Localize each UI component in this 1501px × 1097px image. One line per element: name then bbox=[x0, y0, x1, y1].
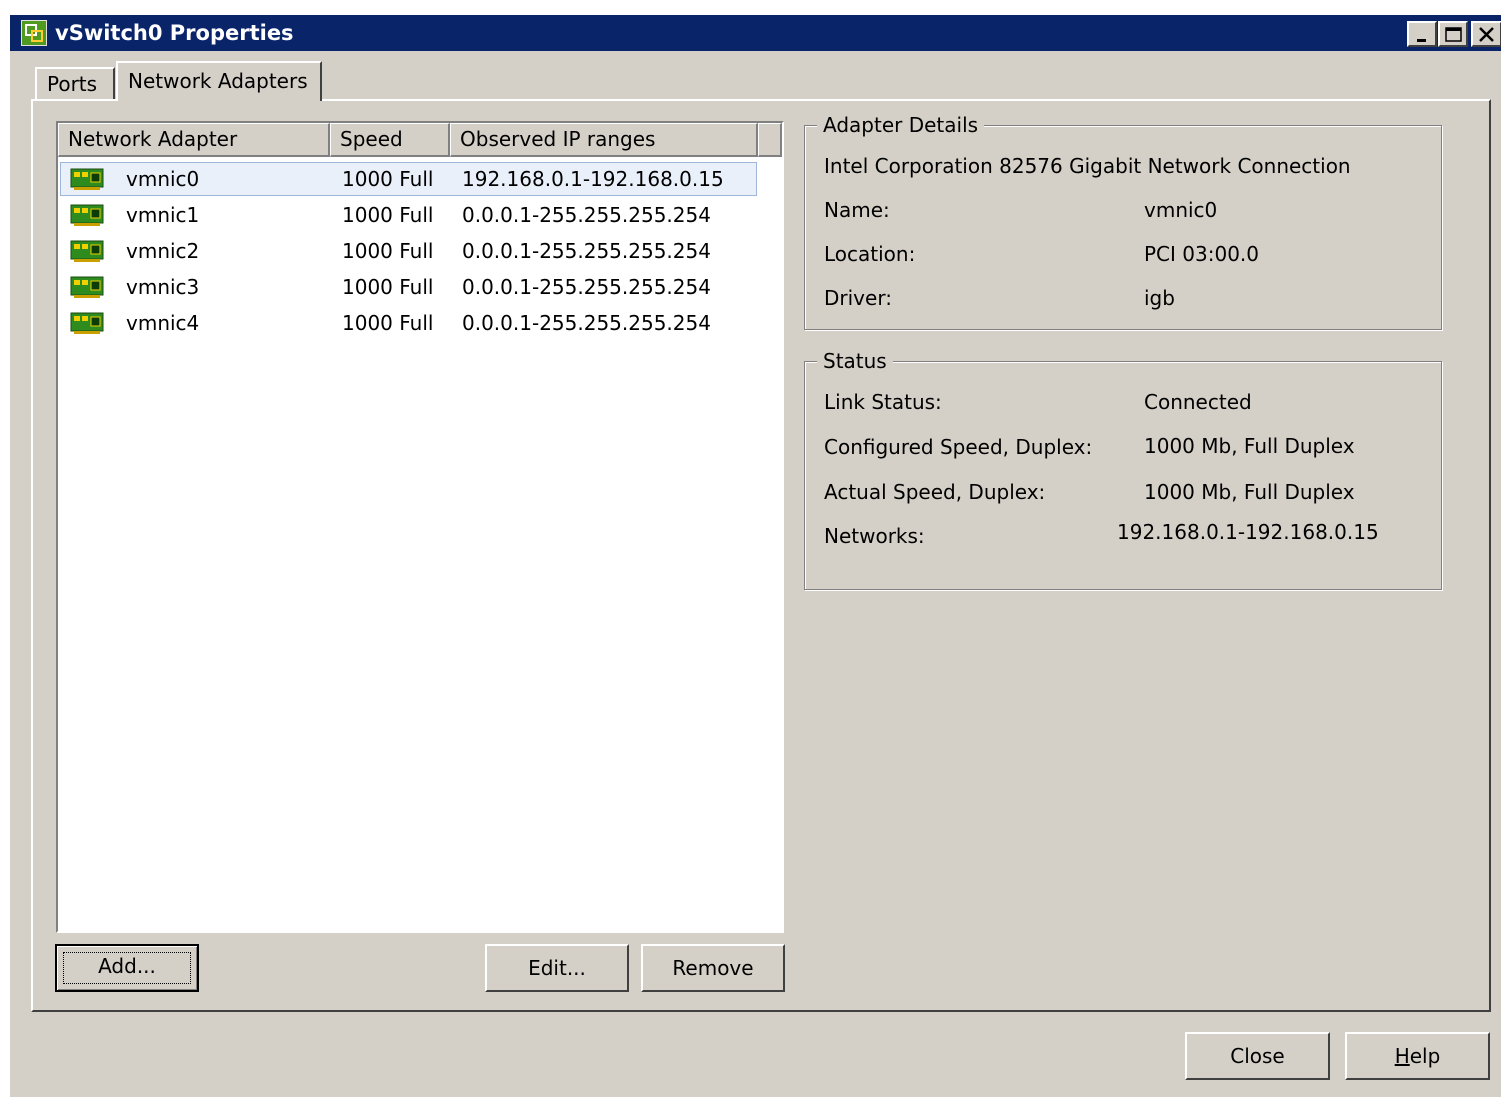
adapter-name: vmnic4 bbox=[126, 311, 200, 335]
edit-button[interactable]: Edit... bbox=[485, 944, 629, 992]
name-value: vmnic0 bbox=[1144, 198, 1218, 222]
add-button[interactable]: Add... bbox=[55, 944, 199, 992]
adapter-name: vmnic0 bbox=[126, 167, 200, 191]
status-group: Status Link Status: Connected Configured… bbox=[804, 348, 1442, 590]
link-status-value: Connected bbox=[1144, 390, 1252, 414]
adapter-ip-range: 0.0.0.1-255.255.255.254 bbox=[462, 275, 711, 299]
configured-speed-value: 1000 Mb, Full Duplex bbox=[1144, 434, 1355, 458]
help-mnemonic: H bbox=[1394, 1044, 1410, 1068]
network-card-icon bbox=[70, 312, 104, 334]
adapter-description: Intel Corporation 82576 Gigabit Network … bbox=[824, 154, 1351, 178]
close-icon bbox=[1479, 27, 1494, 42]
adapter-name: vmnic1 bbox=[126, 203, 200, 227]
dialog-window: vSwitch0 Properties Ports Network Adapte… bbox=[9, 14, 1501, 1097]
maximize-icon bbox=[1445, 27, 1462, 42]
help-rest: elp bbox=[1409, 1044, 1441, 1068]
adapter-speed: 1000 Full bbox=[342, 167, 434, 191]
adapter-row-vmnic0[interactable]: vmnic0 1000 Full 192.168.0.1-192.168.0.1… bbox=[58, 161, 782, 197]
adapter-speed: 1000 Full bbox=[342, 311, 434, 335]
adapter-ip-range: 0.0.0.1-255.255.255.254 bbox=[462, 203, 711, 227]
adapter-row-vmnic2[interactable]: vmnic2 1000 Full 0.0.0.1-255.255.255.254 bbox=[58, 233, 782, 269]
adapter-speed: 1000 Full bbox=[342, 203, 434, 227]
tab-network-adapters-label: Network Adapters bbox=[128, 69, 308, 93]
adapter-name: vmnic3 bbox=[126, 275, 200, 299]
networks-value: 192.168.0.1-192.168.0.15 bbox=[1117, 520, 1379, 544]
close-button[interactable]: Close bbox=[1185, 1032, 1330, 1080]
vsphere-app-icon bbox=[21, 20, 47, 46]
tab-network-adapters[interactable]: Network Adapters bbox=[116, 61, 322, 101]
adapter-row-vmnic3[interactable]: vmnic3 1000 Full 0.0.0.1-255.255.255.254 bbox=[58, 269, 782, 305]
adapter-details-title: Adapter Details bbox=[817, 112, 985, 138]
adapter-row-vmnic4[interactable]: vmnic4 1000 Full 0.0.0.1-255.255.255.254 bbox=[58, 305, 782, 341]
maximize-button[interactable] bbox=[1438, 21, 1468, 47]
adapter-row-vmnic1[interactable]: vmnic1 1000 Full 0.0.0.1-255.255.255.254 bbox=[58, 197, 782, 233]
link-status-label: Link Status: bbox=[824, 390, 942, 414]
column-header-speed[interactable]: Speed bbox=[330, 123, 450, 157]
edit-button-label: Edit... bbox=[528, 956, 586, 980]
adapter-details-group: Adapter Details Intel Corporation 82576 … bbox=[804, 112, 1442, 330]
network-card-icon bbox=[70, 240, 104, 262]
column-header-label: Network Adapter bbox=[68, 127, 238, 151]
adapter-ip-range: 192.168.0.1-192.168.0.15 bbox=[462, 167, 724, 191]
adapter-speed: 1000 Full bbox=[342, 275, 434, 299]
tab-ports[interactable]: Ports bbox=[35, 67, 115, 99]
network-card-icon bbox=[70, 168, 104, 190]
name-label: Name: bbox=[824, 198, 890, 222]
status-title: Status bbox=[817, 348, 893, 374]
column-header-label: Observed IP ranges bbox=[460, 127, 656, 151]
help-button[interactable]: Help bbox=[1345, 1032, 1490, 1080]
network-card-icon bbox=[70, 276, 104, 298]
add-button-label: Add... bbox=[98, 954, 156, 978]
driver-label: Driver: bbox=[824, 286, 892, 310]
minimize-button[interactable] bbox=[1407, 21, 1437, 47]
actual-speed-label: Actual Speed, Duplex: bbox=[824, 480, 1046, 504]
location-value: PCI 03:00.0 bbox=[1144, 242, 1259, 266]
networks-label: Networks: bbox=[824, 524, 925, 548]
adapter-speed: 1000 Full bbox=[342, 239, 434, 263]
adapter-ip-range: 0.0.0.1-255.255.255.254 bbox=[462, 311, 711, 335]
tab-ports-label: Ports bbox=[47, 72, 98, 96]
adapter-name: vmnic2 bbox=[126, 239, 200, 263]
close-button-label: Close bbox=[1230, 1044, 1285, 1068]
minimize-icon bbox=[1417, 39, 1426, 42]
column-header-filler bbox=[758, 123, 782, 157]
column-header-label: Speed bbox=[340, 127, 403, 151]
adapter-ip-range: 0.0.0.1-255.255.255.254 bbox=[462, 239, 711, 263]
help-button-label: Help bbox=[1395, 1044, 1441, 1068]
configured-speed-label: Configured Speed, Duplex: bbox=[824, 435, 1093, 459]
column-header-observed-ip[interactable]: Observed IP ranges bbox=[450, 123, 758, 157]
title-bar[interactable]: vSwitch0 Properties bbox=[10, 15, 1501, 51]
driver-value: igb bbox=[1144, 286, 1175, 310]
location-label: Location: bbox=[824, 242, 916, 266]
actual-speed-value: 1000 Mb, Full Duplex bbox=[1144, 480, 1355, 504]
adapter-list[interactable]: Network Adapter Speed Observed IP ranges… bbox=[56, 121, 784, 933]
close-window-button[interactable] bbox=[1471, 21, 1501, 47]
column-header-network-adapter[interactable]: Network Adapter bbox=[58, 123, 330, 157]
remove-button-label: Remove bbox=[672, 956, 754, 980]
remove-button[interactable]: Remove bbox=[641, 944, 785, 992]
window-title: vSwitch0 Properties bbox=[55, 21, 294, 45]
network-card-icon bbox=[70, 204, 104, 226]
